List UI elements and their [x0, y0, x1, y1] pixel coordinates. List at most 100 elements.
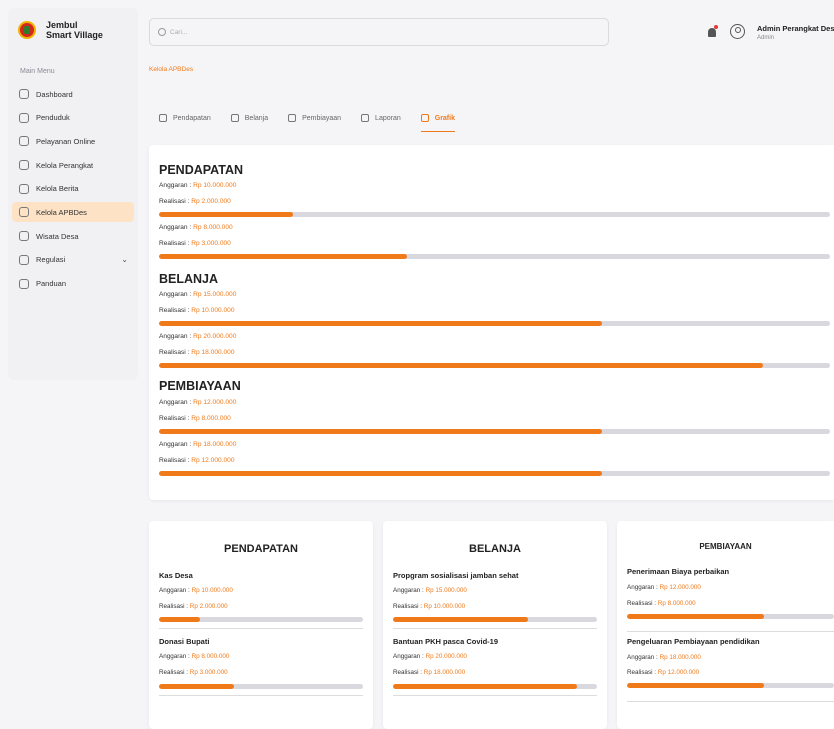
progress-bar [159, 471, 830, 476]
user-name[interactable]: Admin Perangkat Desa [757, 24, 834, 33]
section-title: PENDAPATAN [159, 163, 244, 177]
progress-bar [159, 212, 830, 217]
sidebar-item-kelola-apbdes[interactable]: Kelola APBDes [12, 202, 134, 223]
progress-fill [159, 254, 408, 259]
progress-bar [159, 363, 830, 368]
realisasi-value: Rp 3.000.000 [189, 669, 228, 676]
anggaran-text: Anggaran : Rp 15.000.000 [159, 291, 236, 298]
tab-laporan[interactable]: Laporan [361, 110, 401, 126]
sidebar-item-wisata-desa[interactable]: Wisata Desa [12, 226, 134, 246]
realisasi-value: Rp 18.000.000 [191, 349, 235, 356]
card-title: PENDAPATAN [224, 543, 298, 555]
realisasi-label: Realisasi : [393, 603, 424, 610]
progress-bar [393, 684, 597, 689]
tab-label: Laporan [375, 114, 401, 122]
tab-pembiayaan[interactable]: Pembiayaan [288, 110, 341, 126]
search-bar[interactable] [149, 18, 609, 46]
realisasi-label: Realisasi : [159, 240, 192, 247]
sidebar-item-label: Kelola APBDes [36, 207, 87, 217]
realisasi-label: Realisasi : [159, 457, 192, 464]
tab-label: Pendapatan [173, 114, 211, 122]
tab-bar: Pendapatan Belanja Pembiayaan Laporan Gr… [159, 110, 475, 132]
document-icon [19, 254, 29, 265]
progress-bar [159, 254, 830, 259]
dollar-circle-icon [19, 207, 29, 218]
realisasi-label: Realisasi : [159, 415, 192, 422]
sidebar-item-dashboard[interactable]: Dashboard [12, 84, 134, 104]
realisasi-value: Rp 2.000.000 [191, 198, 231, 205]
anggaran-label: Anggaran : [393, 587, 426, 594]
item-name: Kas Desa [159, 571, 193, 580]
anggaran-label: Anggaran : [159, 587, 192, 594]
anggaran-value: Rp 18.000.000 [659, 654, 701, 661]
progress-fill [627, 614, 764, 619]
breadcrumb[interactable]: Kelola APBDes [149, 66, 193, 73]
brand-name: Jembul Smart Village [46, 20, 103, 40]
sidebar-item-kelola-berita[interactable]: Kelola Berita [12, 179, 134, 199]
search-input[interactable] [170, 28, 370, 36]
progress-fill [159, 429, 602, 434]
notification-dot [714, 25, 718, 29]
section-title: PEMBIAYAAN [159, 379, 241, 393]
anggaran-value: Rp 15.000.000 [425, 587, 467, 594]
realisasi-value: Rp 12.000.000 [191, 457, 235, 464]
chevron-down-icon[interactable]: ⌄ [121, 255, 128, 264]
realisasi-text: Realisasi : Rp 12.000.000 [159, 457, 235, 464]
anggaran-label: Anggaran : [159, 441, 194, 448]
avatar[interactable] [730, 24, 745, 39]
realisasi-value: Rp 18.000.000 [423, 669, 466, 676]
realisasi-label: Realisasi : [393, 669, 424, 676]
realisasi-value: Rp 3.000.000 [191, 240, 231, 247]
book-icon [19, 278, 29, 289]
sidebar-item-label: Pelayanan Online [36, 136, 96, 146]
sidebar-item-panduan[interactable]: Panduan [12, 274, 134, 294]
progress-fill [159, 471, 602, 476]
progress-fill [159, 212, 294, 217]
item-name: Propgram sosialisasi jamban sehat [393, 571, 519, 580]
tab-grafik[interactable]: Grafik [420, 110, 456, 132]
realisasi-label: Realisasi : [159, 349, 192, 356]
realisasi-label: Realisasi : [159, 307, 192, 314]
report-icon [361, 114, 370, 122]
id-card-icon [19, 160, 29, 171]
brand-line1: Jembul [46, 20, 78, 30]
anggaran-label: Anggaran : [159, 291, 194, 298]
wallet-icon [288, 114, 297, 122]
anggaran-text: Anggaran : Rp 15.000.000 [393, 587, 467, 594]
anggaran-value: Rp 18.000.000 [193, 441, 237, 448]
dollar-circle-icon [159, 114, 167, 122]
tab-label: Belanja [244, 114, 269, 122]
village-logo-icon [18, 21, 36, 39]
sidebar-item-label: Penduduk [36, 113, 70, 123]
sidebar-item-label: Regulasi [36, 255, 66, 265]
sidebar-item-label: Kelola Berita [36, 184, 79, 194]
tab-pendapatan[interactable]: Pendapatan [159, 110, 211, 126]
anggaran-value: Rp 10.000.000 [193, 182, 237, 189]
sidebar-item-regulasi[interactable]: Regulasi ⌄ [12, 250, 134, 270]
card-title: PEMBIAYAAN [699, 542, 752, 551]
sidebar-item-kelola-perangkat[interactable]: Kelola Perangkat [12, 155, 134, 175]
menu-title: Main Menu [20, 68, 55, 75]
search-icon [158, 28, 166, 36]
tab-belanja[interactable]: Belanja [230, 110, 269, 126]
sidebar-item-pelayanan-online[interactable]: Pelayanan Online [12, 131, 134, 151]
detail-card-belanja: BELANJA Propgram sosialisasi jamban seha… [383, 521, 607, 729]
sidebar-item-penduduk[interactable]: Penduduk [12, 108, 134, 128]
globe-icon [19, 136, 29, 147]
realisasi-text: Realisasi : Rp 10.000.000 [159, 307, 235, 314]
anggaran-label: Anggaran : [627, 584, 660, 591]
sidebar-menu: Dashboard Penduduk Pelayanan Online Kelo… [12, 84, 134, 297]
sidebar-item-label: Wisata Desa [36, 231, 79, 241]
sidebar-item-label: Panduan [36, 279, 67, 288]
anggaran-text: Anggaran : Rp 20.000.000 [393, 653, 467, 660]
bar-chart-icon [420, 114, 429, 122]
anggaran-text: Anggaran : Rp 12.000.000 [159, 399, 236, 406]
image-icon [19, 231, 29, 242]
tab-label: Pembiayaan [302, 114, 342, 122]
progress-fill [159, 363, 763, 368]
brand[interactable]: Jembul Smart Village [18, 20, 103, 40]
realisasi-label: Realisasi : [627, 600, 658, 607]
sidebar: Jembul Smart Village Main Menu Dashboard… [8, 8, 138, 380]
realisasi-label: Realisasi : [159, 198, 192, 205]
bell-icon[interactable] [708, 28, 716, 37]
